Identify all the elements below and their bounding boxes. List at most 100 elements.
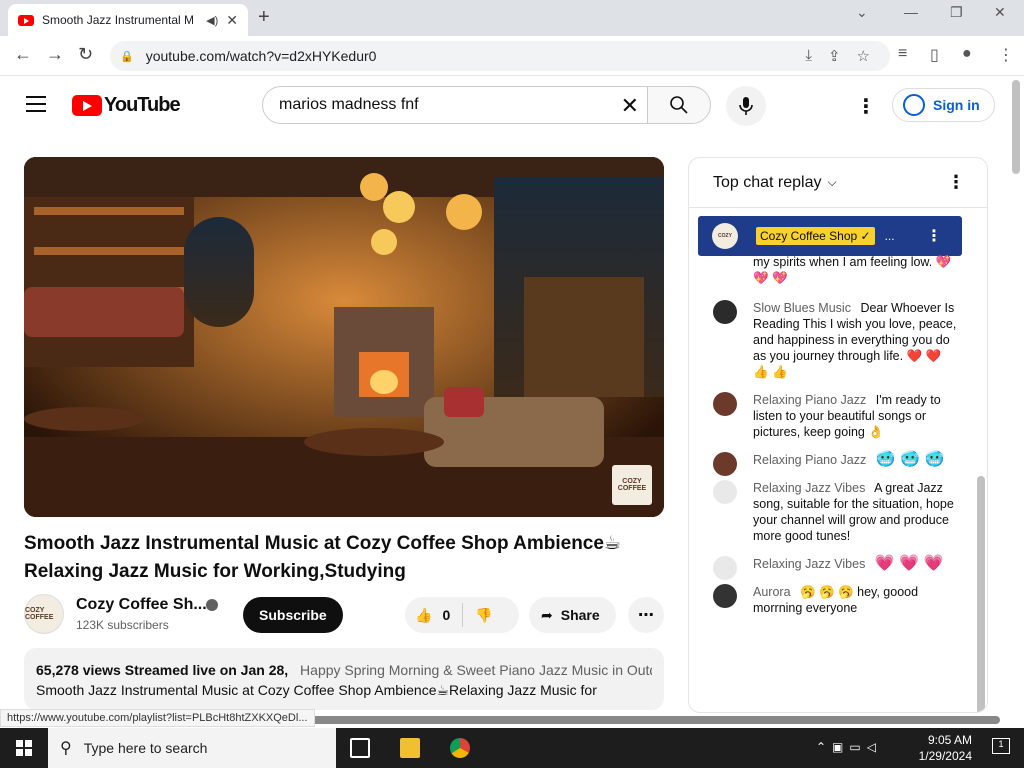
- side-panel-icon[interactable]: ▯: [930, 45, 939, 65]
- description-box[interactable]: 65,278 views Streamed live on Jan 28, Ha…: [24, 648, 664, 710]
- description-text: Smooth Jazz Instrumental Music at Cozy C…: [36, 682, 597, 698]
- taskbar-search[interactable]: ⚲ Type here to search: [48, 728, 336, 768]
- chat-message: Slow Blues Music Dear Whoever Is Reading…: [689, 294, 975, 386]
- settings-kebab-icon[interactable]: ⋮: [856, 94, 876, 119]
- share-arrow-icon: ➦: [541, 606, 553, 623]
- microphone-icon: [739, 97, 753, 115]
- browser-tab[interactable]: Smooth Jazz Instrumental M ◀) ✕: [8, 4, 248, 36]
- message-author[interactable]: Relaxing Jazz Vibes: [753, 481, 865, 495]
- search-input[interactable]: marios madness fnf ✕: [262, 86, 648, 124]
- author-avatar[interactable]: [713, 300, 737, 324]
- restore-button[interactable]: ❐: [950, 4, 963, 21]
- message-author[interactable]: Slow Blues Music: [753, 301, 851, 315]
- search-value: marios madness fnf: [279, 96, 419, 113]
- chat-scroll-thumb[interactable]: [977, 476, 985, 712]
- chat-message: Aurora 🥱 🥱 🥱 hey, goood morrning everyon…: [689, 578, 975, 622]
- account-icon: [903, 94, 925, 116]
- chat-message: Relaxing Jazz Vibes A great Jazz song, s…: [689, 474, 975, 550]
- browser-tabbar: Smooth Jazz Instrumental M ◀) ✕ + ⌄ — ❐ …: [0, 0, 1024, 36]
- subscribe-button[interactable]: Subscribe: [243, 597, 343, 633]
- tab-title: Smooth Jazz Instrumental M: [42, 13, 195, 27]
- share-page-icon[interactable]: ⇪: [828, 47, 841, 65]
- tab-search-icon[interactable]: ⌄: [856, 4, 868, 21]
- youtube-play-icon: [72, 95, 102, 116]
- pinned-menu-icon[interactable]: ⋮: [926, 226, 942, 246]
- video-player[interactable]: COZY COFFEE: [24, 157, 664, 517]
- notification-icon[interactable]: 1: [992, 738, 1010, 754]
- thumbs-up-icon: 👍: [415, 606, 433, 623]
- message-author[interactable]: Aurora: [753, 585, 791, 599]
- address-bar[interactable]: 🔒 youtube.com/watch?v=d2xHYKedur0 ⤓ ⇪ ☆: [110, 41, 890, 71]
- chat-message: Relaxing Jazz Vibes 💗 💗 💗: [689, 550, 975, 580]
- message-text: 🥶 🥶 🥶: [875, 451, 945, 468]
- pinned-message-banner[interactable]: COZY Cozy Coffee Shop ✓ ... ⋮: [698, 216, 962, 256]
- sign-in-button[interactable]: Sign in: [892, 88, 995, 122]
- view-count: 65,278 views: [36, 662, 121, 678]
- share-button[interactable]: ➦ Share: [529, 597, 616, 633]
- bookmark-star-icon[interactable]: ☆: [857, 47, 870, 65]
- taskbar-search-placeholder: Type here to search: [83, 740, 208, 756]
- like-dislike-bar: 👍 0 👎: [405, 597, 519, 633]
- like-button[interactable]: 👍 0: [405, 603, 464, 627]
- page-scrollbar-thumb[interactable]: [1012, 80, 1020, 174]
- stream-date: Streamed live on Jan 28,: [124, 662, 289, 678]
- clear-search-icon[interactable]: ✕: [621, 93, 639, 119]
- message-author[interactable]: Relaxing Jazz Vibes: [753, 557, 865, 571]
- channel-name[interactable]: Cozy Coffee Sh...: [76, 596, 207, 614]
- back-icon[interactable]: ←: [14, 44, 32, 65]
- reload-icon[interactable]: ↻: [78, 44, 93, 65]
- chevron-down-icon[interactable]: ⌵: [828, 175, 837, 190]
- chat-scrollbar[interactable]: [977, 208, 985, 712]
- chrome-icon[interactable]: [450, 738, 470, 758]
- menu-icon[interactable]: [26, 96, 46, 117]
- author-avatar[interactable]: [713, 556, 737, 580]
- author-avatar[interactable]: [713, 480, 737, 504]
- author-avatar[interactable]: [713, 584, 737, 608]
- profile-icon[interactable]: ●: [962, 45, 972, 63]
- system-tray-icons[interactable]: ⌃▣▭◁: [816, 740, 882, 754]
- minimize-button[interactable]: —: [904, 4, 918, 20]
- youtube-favicon-icon: [18, 14, 34, 26]
- sign-in-label: Sign in: [933, 97, 980, 113]
- pinned-avatar: COZY: [712, 223, 738, 249]
- related-link[interactable]: Happy Spring Morning & Sweet Piano Jazz …: [300, 662, 652, 678]
- chat-menu-icon[interactable]: ⋮: [947, 172, 965, 193]
- message-text: my spirits when I am feeling low. 💖 💖 💖: [753, 255, 952, 285]
- link-status-bar: https://www.youtube.com/playlist?list=PL…: [0, 709, 315, 727]
- time: 9:05 AM: [927, 733, 972, 747]
- voice-search-button[interactable]: [726, 86, 766, 126]
- task-view-icon[interactable]: [350, 738, 370, 758]
- file-explorer-icon[interactable]: [400, 738, 420, 758]
- message-text: 💗 💗 💗: [874, 555, 944, 572]
- chat-header: Top chat replay ⌵ ⋮: [689, 158, 987, 208]
- more-actions-button[interactable]: ⋯: [628, 597, 664, 633]
- author-avatar[interactable]: [713, 392, 737, 416]
- close-window-button[interactable]: ✕: [994, 4, 1006, 21]
- audio-playing-icon[interactable]: ◀): [206, 14, 218, 27]
- media-control-icon[interactable]: ≡: [898, 45, 907, 63]
- chat-panel: Top chat replay ⌵ ⋮ COZY Cozy Coffee Sho…: [688, 157, 988, 713]
- message-author[interactable]: Relaxing Piano Jazz: [753, 393, 866, 407]
- search-button[interactable]: [647, 86, 711, 124]
- channel-avatar[interactable]: COZY COFFEE: [24, 594, 64, 634]
- pinned-author-badge[interactable]: Cozy Coffee Shop ✓: [756, 227, 875, 245]
- lock-icon[interactable]: 🔒: [120, 50, 134, 63]
- clock[interactable]: 9:05 AM 1/29/2024: [919, 732, 972, 764]
- dislike-button[interactable]: 👎: [463, 607, 492, 624]
- forward-icon[interactable]: →: [46, 44, 64, 65]
- search-icon: [670, 96, 688, 114]
- date: 1/29/2024: [918, 749, 972, 763]
- new-tab-button[interactable]: +: [258, 6, 270, 29]
- youtube-logo[interactable]: YouTube: [72, 94, 181, 117]
- chat-mode-selector[interactable]: Top chat replay: [713, 174, 822, 192]
- browser-menu-icon[interactable]: ⋮: [998, 45, 1014, 65]
- chat-message: Relaxing Piano Jazz I'm ready to listen …: [689, 386, 975, 446]
- author-avatar[interactable]: [713, 452, 737, 476]
- verified-icon: [206, 599, 218, 611]
- windows-start-icon[interactable]: [16, 740, 32, 756]
- message-author[interactable]: Relaxing Piano Jazz: [753, 453, 866, 467]
- install-icon[interactable]: ⤓: [805, 47, 812, 65]
- channel-watermark[interactable]: COZY COFFEE: [612, 465, 652, 505]
- tab-close-icon[interactable]: ✕: [226, 12, 238, 29]
- search-icon: ⚲: [60, 740, 72, 757]
